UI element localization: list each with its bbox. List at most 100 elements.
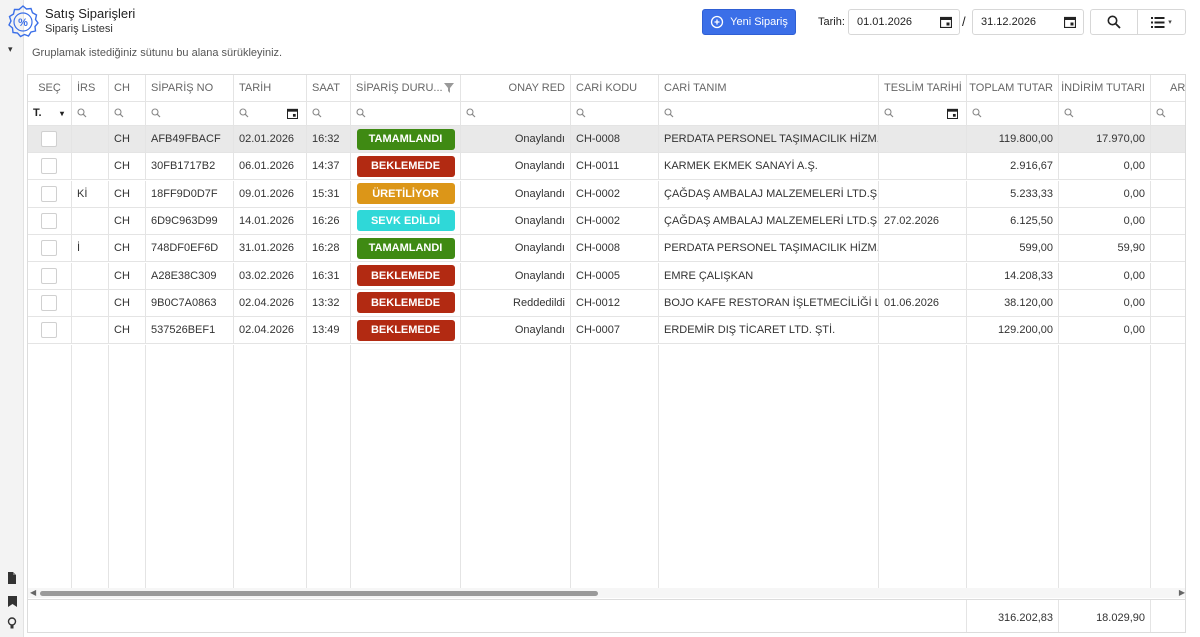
column-header-toplam-tutar[interactable]: TOPLAM TUTAR xyxy=(967,75,1059,101)
column-header-indirim-tutari[interactable]: İNDİRİM TUTARI xyxy=(1059,75,1151,101)
filter-indirim-tutari[interactable] xyxy=(1059,101,1151,125)
cell-indirim-tutari: 0,00 xyxy=(1059,262,1151,289)
row-select-checkbox[interactable] xyxy=(41,185,57,202)
date-from-field[interactable]: 01.01.2026 xyxy=(848,9,960,35)
filter-ara[interactable] xyxy=(1151,101,1185,125)
filter-teslim-tarihi[interactable] xyxy=(879,101,967,125)
calendar-icon[interactable] xyxy=(1064,16,1076,28)
select-checkbox-cell xyxy=(28,180,72,207)
cell-saat: 16:32 xyxy=(307,126,351,152)
table-row[interactable]: CH 6D9C963D99 14.01.2026 16:26 SEVK EDİLDİ On… xyxy=(28,207,1185,235)
filter-onay-red[interactable] xyxy=(461,101,571,125)
scroll-right-icon[interactable]: ▶ xyxy=(1179,588,1185,597)
chevron-down-icon: ▾ xyxy=(59,108,64,118)
date-to-field[interactable]: 31.12.2026 xyxy=(972,9,1084,35)
table-row[interactable]: CH 30FB1717B2 06.01.2026 14:37 BEKLEMEDE Onay… xyxy=(28,153,1185,181)
cell-ara xyxy=(1151,153,1185,179)
row-select-checkbox[interactable] xyxy=(41,267,57,284)
cell-durum: BEKLEMEDE xyxy=(351,153,461,180)
row-select-checkbox[interactable] xyxy=(41,212,57,229)
table-row[interactable]: CH A28E38C309 03.02.2026 16:31 BEKLEMEDE Onay… xyxy=(28,262,1185,290)
filter-siparis-no[interactable] xyxy=(146,101,234,125)
row-select-checkbox[interactable] xyxy=(41,158,57,175)
row-select-checkbox[interactable] xyxy=(41,240,57,257)
table-row[interactable]: CH 537526BEF1 02.04.2026 13:49 BEKLEMEDE Onay… xyxy=(28,317,1185,345)
table-row[interactable]: CH 9B0C7A0863 02.04.2026 13:32 BEKLEMEDE Redd… xyxy=(28,289,1185,317)
cell-indirim-tutari: 59,90 xyxy=(1059,235,1151,262)
cell-siparis-no: A28E38C309 xyxy=(146,262,234,289)
calendar-icon[interactable] xyxy=(940,16,952,28)
select-checkbox-cell xyxy=(28,207,72,234)
column-header-sec[interactable]: SEÇ xyxy=(28,75,72,101)
cell-indirim-tutari: 0,00 xyxy=(1059,207,1151,234)
column-header-saat[interactable]: SAAT xyxy=(307,75,351,101)
select-checkbox-cell xyxy=(28,126,72,152)
column-header-teslim-tarihi[interactable]: TESLİM TARİHİ xyxy=(879,75,967,101)
select-filter-dropdown[interactable]: T. ▾ xyxy=(28,101,72,125)
column-header-irs[interactable]: İRS xyxy=(72,75,109,101)
column-header-cari-tanim[interactable]: CARİ TANIM xyxy=(659,75,879,101)
column-header-tarih[interactable]: TARİH xyxy=(234,75,307,101)
row-select-checkbox[interactable] xyxy=(41,131,57,147)
column-header-ch[interactable]: CH xyxy=(109,75,146,101)
cell-irs: İ xyxy=(72,235,109,262)
column-header-siparis-durumu[interactable]: SİPARİŞ DURU... xyxy=(351,75,461,101)
cell-onay-red: Reddedildi xyxy=(461,289,571,316)
search-icon xyxy=(151,108,161,118)
scrollbar-thumb[interactable] xyxy=(40,591,598,596)
filter-saat[interactable] xyxy=(307,101,351,125)
document-icon[interactable] xyxy=(6,571,18,585)
select-checkbox-cell xyxy=(28,262,72,289)
cell-onay-red: Onaylandı xyxy=(461,180,571,207)
cell-siparis-no: 537526BEF1 xyxy=(146,317,234,344)
search-button[interactable] xyxy=(1090,9,1138,35)
filter-ch[interactable] xyxy=(109,101,146,125)
row-select-checkbox[interactable] xyxy=(41,294,57,311)
cell-teslim-tarihi xyxy=(879,235,967,262)
column-header-cari-kodu[interactable]: CARİ KODU xyxy=(571,75,659,101)
table-row[interactable]: CH AFB49FBACF 02.01.2026 16:32 TAMAMLANDI Ona… xyxy=(28,126,1185,153)
horizontal-scrollbar[interactable]: ◀ ▶ xyxy=(28,588,1185,598)
cell-tarih: 06.01.2026 xyxy=(234,153,307,180)
lightbulb-icon[interactable] xyxy=(6,616,18,630)
row-select-checkbox[interactable] xyxy=(41,322,57,339)
cell-siparis-no: 18FF9D0D7F xyxy=(146,180,234,207)
filter-cari-tanim[interactable] xyxy=(659,101,879,125)
search-icon xyxy=(356,108,366,118)
grid-header-row: SEÇ İRS CH SİPARİŞ NO TARİH SAAT SİPARİŞ… xyxy=(28,75,1185,102)
column-header-siparis-no[interactable]: SİPARİŞ NO xyxy=(146,75,234,101)
filter-icon[interactable] xyxy=(444,83,454,93)
calendar-icon[interactable] xyxy=(947,108,958,119)
cell-ara xyxy=(1151,235,1185,261)
table-row[interactable]: İ CH 748DF0EF6D 31.01.2026 16:28 TAMAMLANDI On… xyxy=(28,235,1185,263)
collapse-caret-icon[interactable]: ▾ xyxy=(8,44,13,55)
view-options-button[interactable]: ▾ xyxy=(1138,9,1186,35)
bookmark-icon[interactable] xyxy=(6,594,18,608)
date-separator: / xyxy=(962,14,966,29)
filter-cari-kodu[interactable] xyxy=(571,101,659,125)
calendar-icon[interactable] xyxy=(287,108,298,119)
cell-toplam-tutar: 129.200,00 xyxy=(967,317,1059,344)
status-badge: TAMAMLANDI xyxy=(356,128,455,150)
empty-column xyxy=(879,345,967,588)
cell-teslim-tarihi xyxy=(879,126,967,152)
column-header-ara[interactable]: ARA xyxy=(1151,75,1185,101)
scroll-left-icon[interactable]: ◀ xyxy=(30,588,36,597)
cell-teslim-tarihi: 01.06.2026 xyxy=(879,289,967,316)
filter-toplam-tutar[interactable] xyxy=(967,101,1059,125)
cell-teslim-tarihi xyxy=(879,262,967,289)
summary-toplam-tutar: 316.202,83 xyxy=(967,600,1059,632)
search-icon xyxy=(239,108,249,118)
cell-cari-tanim: KARMEK EKMEK SANAYİ A.Ş. xyxy=(659,153,879,180)
cell-teslim-tarihi: 27.02.2026 xyxy=(879,207,967,234)
new-order-button[interactable]: Yeni Sipariş xyxy=(702,9,796,35)
filter-tarih[interactable] xyxy=(234,101,307,125)
column-header-onay-red[interactable]: ONAY RED xyxy=(461,75,571,101)
filter-irs[interactable] xyxy=(72,101,109,125)
table-row[interactable]: Kİ CH 18FF9D0D7F 09.01.2026 15:31 ÜRETİLİYOR O… xyxy=(28,180,1185,208)
empty-column xyxy=(461,345,571,588)
search-icon xyxy=(77,108,87,118)
filter-durum[interactable] xyxy=(351,101,461,125)
empty-column xyxy=(234,345,307,588)
grid-summary-row: 316.202,83 18.029,90 xyxy=(28,599,1185,632)
